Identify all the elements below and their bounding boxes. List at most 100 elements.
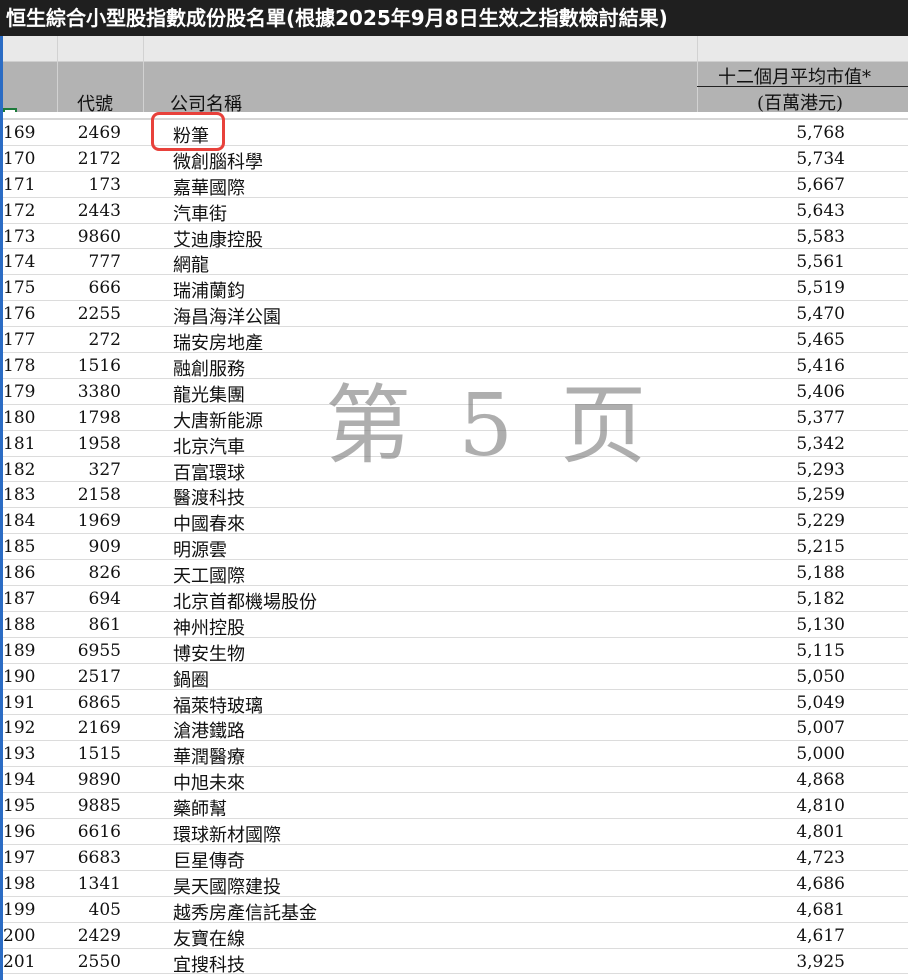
row-number: 186 <box>3 563 36 584</box>
table-row[interactable]: 193 1515 華潤醫療 5,000 <box>3 741 908 769</box>
table-row[interactable]: 188 861 神州控股 5,130 <box>3 612 908 639</box>
row-number: 195 <box>3 796 36 817</box>
table-row[interactable]: 174 777 網龍 5,561 <box>3 249 908 277</box>
company-name: 明源雲 <box>173 540 227 562</box>
company-name: 嘉華國際 <box>173 177 245 199</box>
company-name: 滄港鐵路 <box>173 721 245 743</box>
avg-market-cap: 5,259 <box>796 485 845 506</box>
row-number: 197 <box>3 847 36 868</box>
avg-market-cap: 5,406 <box>796 381 845 402</box>
table-row[interactable]: 175 666 瑞浦蘭鈞 5,519 <box>3 275 908 303</box>
avg-market-cap: 5,561 <box>796 252 845 273</box>
row-number: 192 <box>3 718 36 739</box>
avg-market-cap: 5,229 <box>796 511 845 532</box>
company-name: 網龍 <box>173 255 209 277</box>
stock-code: 6683 <box>77 847 121 868</box>
column-header-strip <box>3 36 908 62</box>
header-underline <box>697 86 908 87</box>
table-row[interactable]: 187 694 北京首都機場股份 5,182 <box>3 586 908 613</box>
stock-code: 1969 <box>77 511 121 532</box>
table-row[interactable]: 190 2517 鍋圈 5,050 <box>3 664 908 691</box>
table-row[interactable]: 173 9860 艾迪康控股 5,583 <box>3 224 908 251</box>
table-row[interactable]: 200 2429 友寶在線 4,617 <box>3 923 908 950</box>
stock-code: 861 <box>88 614 121 635</box>
company-name: 汽車街 <box>173 203 227 225</box>
avg-market-cap: 5,115 <box>796 640 845 661</box>
table-row[interactable]: 197 6683 巨星傳奇 4,723 <box>3 845 908 872</box>
table-row[interactable]: 199 405 越秀房產信託基金 4,681 <box>3 897 908 924</box>
table-row[interactable]: 186 826 天工國際 5,188 <box>3 560 908 587</box>
row-number: 177 <box>3 330 36 351</box>
row-number: 201 <box>3 951 36 972</box>
stock-code: 6865 <box>77 692 121 713</box>
row-number: 172 <box>3 200 36 221</box>
company-name: 藥師幫 <box>173 799 227 821</box>
stock-code: 173 <box>88 174 121 195</box>
table-row[interactable]: 176 2255 海昌海洋公園 5,470 <box>3 301 908 328</box>
avg-market-cap: 4,681 <box>796 899 845 920</box>
avg-market-cap: 5,215 <box>796 537 845 558</box>
table-row[interactable]: 195 9885 藥師幫 4,810 <box>3 793 908 821</box>
avg-market-cap: 5,377 <box>796 407 845 428</box>
company-name: 華潤醫療 <box>173 747 245 769</box>
row-number: 174 <box>3 252 36 273</box>
company-name: 友寶在線 <box>173 928 245 950</box>
avg-market-cap: 5,130 <box>796 614 845 635</box>
row-number: 171 <box>3 174 36 195</box>
table-row[interactable]: 185 909 明源雲 5,215 <box>3 534 908 562</box>
row-number: 182 <box>3 459 36 480</box>
stock-code: 405 <box>88 899 121 920</box>
company-name: 中旭未來 <box>173 773 245 795</box>
stock-code: 1958 <box>77 433 121 454</box>
avg-market-cap: 5,667 <box>796 174 845 195</box>
table-row[interactable]: 172 2443 汽車街 5,643 <box>3 198 908 225</box>
stock-code: 2469 <box>77 123 121 143</box>
table-row[interactable]: 196 6616 環球新材國際 4,801 <box>3 819 908 846</box>
constituent-table: 169 2469 粉筆 5,768 170 2172 微創腦科學 5,734 171 173 嘉華國… <box>3 120 908 976</box>
avg-market-cap: 4,801 <box>796 822 845 843</box>
table-row[interactable]: 198 1341 昊天國際建投 4,686 <box>3 871 908 898</box>
company-name: 福萊特玻璃 <box>173 695 263 717</box>
stock-code: 2550 <box>77 951 121 972</box>
table-row[interactable]: 189 6955 博安生物 5,115 <box>3 638 908 665</box>
row-number: 188 <box>3 614 36 635</box>
table-row[interactable]: 170 2172 微創腦科學 5,734 <box>3 146 908 173</box>
company-name: 鍋圈 <box>173 669 209 691</box>
table-row[interactable]: 169 2469 粉筆 5,768 <box>3 120 908 147</box>
row-number: 191 <box>3 692 36 713</box>
table-row[interactable]: 177 272 瑞安房地產 5,465 <box>3 327 908 355</box>
stock-code: 6955 <box>77 640 121 661</box>
table-row[interactable]: 194 9890 中旭未來 4,868 <box>3 767 908 795</box>
company-name: 瑞安房地產 <box>173 333 263 355</box>
row-number: 190 <box>3 666 36 687</box>
column-divider <box>57 36 58 112</box>
table-row[interactable]: 201 2550 宜搜科技 3,925 <box>3 949 908 976</box>
stock-code: 9885 <box>77 796 121 817</box>
table-row[interactable]: 171 173 嘉華國際 5,667 <box>3 172 908 199</box>
table-row[interactable]: 184 1969 中國春來 5,229 <box>3 508 908 535</box>
stock-code: 2443 <box>77 200 121 221</box>
table-row[interactable]: 191 6865 福萊特玻璃 5,049 <box>3 690 908 717</box>
cell-selection-marker[interactable] <box>3 108 17 112</box>
company-name: 巨星傳奇 <box>173 850 245 872</box>
avg-market-cap: 5,643 <box>796 200 845 221</box>
row-number: 184 <box>3 511 36 532</box>
avg-market-cap: 5,768 <box>796 123 845 143</box>
row-number: 176 <box>3 304 36 325</box>
stock-code: 909 <box>88 537 121 558</box>
stock-code: 2429 <box>77 925 121 946</box>
table-row[interactable]: 192 2169 滄港鐵路 5,007 <box>3 715 908 743</box>
avg-market-cap: 5,007 <box>796 718 845 739</box>
avg-market-cap: 4,810 <box>796 796 845 817</box>
stock-code: 2172 <box>77 148 121 169</box>
row-number: 187 <box>3 589 36 610</box>
table-row[interactable]: 183 2158 醫渡科技 5,259 <box>3 482 908 509</box>
company-name: 瑞浦蘭鈞 <box>173 281 245 303</box>
stock-code: 9860 <box>77 226 121 247</box>
stock-code: 6616 <box>77 822 121 843</box>
page-watermark: 第 5 页 <box>325 376 657 476</box>
stock-code: 1515 <box>77 744 121 765</box>
company-name: 博安生物 <box>173 643 245 665</box>
row-number: 183 <box>3 485 36 506</box>
row-number: 200 <box>3 925 36 946</box>
